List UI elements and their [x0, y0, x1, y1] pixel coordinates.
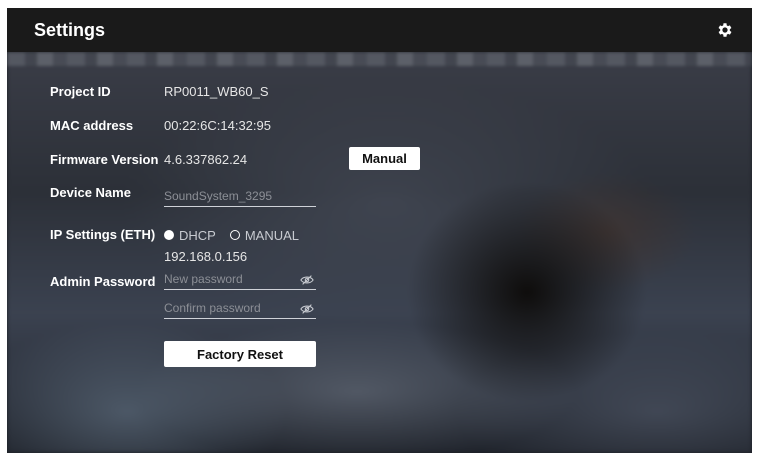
mac-address-value: 00:22:6C:14:32:95	[164, 118, 271, 133]
firmware-version-label: Firmware Version	[50, 152, 159, 167]
manual-radio-label: MANUAL	[244, 227, 300, 243]
new-password-input[interactable]	[164, 269, 294, 289]
new-password-field	[164, 269, 316, 290]
firmware-version-value: 4.6.337862.24	[164, 152, 248, 167]
settings-window: Settings Project ID RP0011_WB60_S MAC ad…	[7, 8, 752, 453]
background-strip	[7, 52, 752, 66]
manual-radio[interactable]: MANUAL	[229, 227, 300, 243]
ip-mode-radio-group: DHCP MANUAL	[164, 227, 313, 243]
page-title: Settings	[34, 20, 106, 40]
admin-password-label: Admin Password	[50, 274, 156, 289]
device-name-field	[164, 186, 316, 207]
confirm-password-field	[164, 298, 316, 319]
eye-off-icon[interactable]	[300, 303, 314, 315]
background-image	[7, 52, 752, 453]
factory-reset-button[interactable]: Factory Reset	[164, 341, 316, 367]
dhcp-radio-label: DHCP	[179, 227, 216, 243]
manual-button[interactable]: Manual	[349, 147, 420, 170]
confirm-password-input[interactable]	[164, 298, 294, 318]
gear-icon[interactable]	[716, 21, 734, 39]
mac-address-label: MAC address	[50, 118, 134, 133]
ip-address-value: 192.168.0.156	[164, 249, 248, 264]
radio-selected-icon	[164, 230, 174, 240]
device-name-label: Device Name	[50, 185, 131, 200]
ip-settings-label: IP Settings (ETH)	[50, 227, 156, 242]
radio-unselected-icon	[229, 230, 240, 240]
project-id-label: Project ID	[50, 84, 111, 99]
dhcp-radio[interactable]: DHCP	[164, 228, 216, 243]
device-name-input[interactable]	[164, 186, 294, 206]
title-bar: Settings	[7, 8, 752, 52]
eye-off-icon[interactable]	[300, 274, 314, 286]
project-id-value: RP0011_WB60_S	[164, 84, 269, 99]
